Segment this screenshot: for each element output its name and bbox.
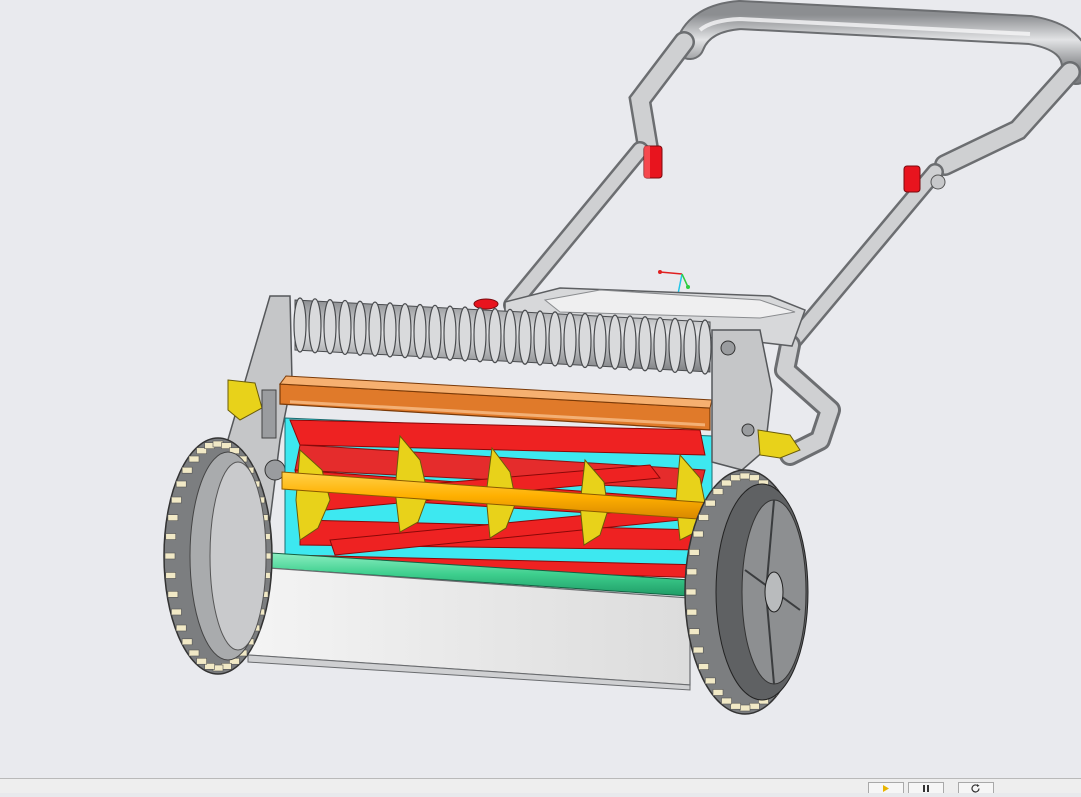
- play-icon[interactable]: [868, 782, 904, 793]
- status-bar: [0, 778, 1081, 793]
- left-wheel: [163, 437, 273, 675]
- left-clamp-knob: [643, 145, 663, 179]
- right-wheel: [684, 469, 809, 715]
- pause-icon[interactable]: [908, 782, 944, 793]
- refresh-icon[interactable]: [958, 782, 994, 793]
- mower-model: [163, 0, 1081, 715]
- axis-triad-icon: [658, 270, 690, 295]
- reel-cylinder: [281, 417, 713, 579]
- 3d-viewport[interactable]: [0, 0, 1081, 778]
- handle-assembly: [503, 0, 1081, 466]
